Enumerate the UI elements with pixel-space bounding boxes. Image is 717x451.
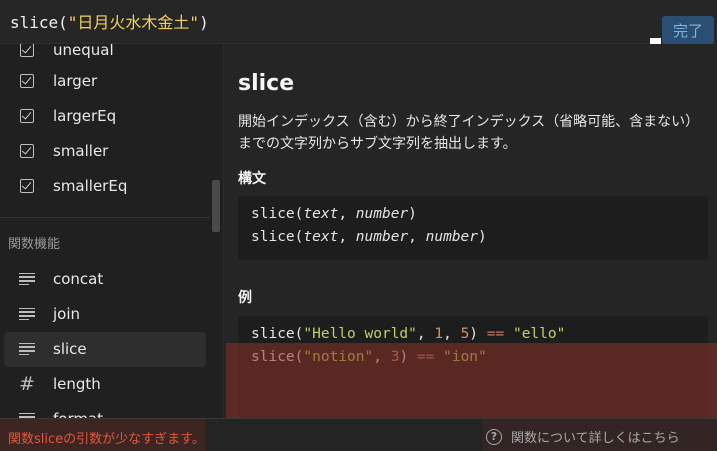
examples-code-block: slice("Hello world", 1, 5) == "ello" sli… xyxy=(238,316,708,418)
list-item-largerEq[interactable]: largerEq xyxy=(4,99,206,134)
hash-icon: # xyxy=(19,373,35,395)
formula-fn: slice( xyxy=(10,13,68,32)
examples-heading: 例 xyxy=(238,290,252,306)
list-item-label: concat xyxy=(53,270,104,288)
formula-arg: "日月火水木金土" xyxy=(67,13,200,32)
list-item-label: join xyxy=(53,305,81,323)
lines-icon xyxy=(18,305,36,323)
formula-input[interactable]: slice("日月火水木金土") xyxy=(10,9,209,33)
learn-more-link[interactable]: ? 関数について詳しくはこちら xyxy=(486,427,680,446)
list-item-format[interactable]: format xyxy=(4,402,206,418)
doc-panel: slice 開始インデックス（含む）から終了インデックス（省略可能、含まない）ま… xyxy=(224,44,717,418)
list-item-smallerEq[interactable]: smallerEq xyxy=(4,169,206,204)
checkbox-icon xyxy=(18,107,36,125)
example-line-2: slice("notion", 3) == "ion" xyxy=(251,349,487,365)
list-item-length[interactable]: # length xyxy=(4,367,206,402)
lines-icon xyxy=(18,410,36,418)
syntax-code-block: slice(text, number) slice(text, number, … xyxy=(238,196,708,260)
scrollbar[interactable] xyxy=(212,180,220,232)
checkbox-icon xyxy=(18,44,36,59)
syntax-heading: 構文 xyxy=(238,171,266,187)
list-item-join[interactable]: join xyxy=(4,297,206,332)
status-bar: 関数sliceの引数が少なすぎます。 ? 関数について詳しくはこちら xyxy=(0,418,717,451)
lines-icon xyxy=(18,270,36,288)
list-item-label: unequal xyxy=(53,44,114,59)
checkbox-icon xyxy=(18,72,36,90)
error-message: 関数sliceの引数が少なすぎます。 xyxy=(8,432,205,447)
list-item-label: larger xyxy=(53,72,98,90)
lines-icon xyxy=(18,340,36,358)
list-item-label: largerEq xyxy=(53,107,117,125)
learn-more-label: 関数について詳しくはこちら xyxy=(511,431,680,446)
function-list[interactable]: unequal larger largerEq smaller smallerE… xyxy=(0,44,224,418)
list-item-label: slice xyxy=(53,340,87,358)
doc-description: 開始インデックス（含む）から終了インデックス（省略可能、含まない）までの文字列か… xyxy=(238,114,693,152)
section-header: 関数機能 xyxy=(8,237,61,252)
list-item-label: smallerEq xyxy=(53,177,128,195)
checkbox-icon xyxy=(18,177,36,195)
syntax-line-1: slice(text, number) xyxy=(251,206,417,222)
list-item-label: format xyxy=(53,410,103,418)
section-divider xyxy=(0,217,210,218)
list-item-smaller[interactable]: smaller xyxy=(4,134,206,169)
list-item-label: smaller xyxy=(53,142,109,160)
syntax-line-2: slice(text, number, number) xyxy=(251,229,487,245)
help-icon: ? xyxy=(486,428,502,445)
done-button[interactable]: 完了 xyxy=(662,16,714,44)
formula-close: ) xyxy=(199,13,209,32)
example-line-1: slice("Hello world", 1, 5) == "ello" xyxy=(251,326,566,342)
list-item-slice[interactable]: slice xyxy=(4,332,206,367)
list-item-larger[interactable]: larger xyxy=(4,64,206,99)
list-item-label: length xyxy=(53,375,101,393)
list-item-concat[interactable]: concat xyxy=(4,262,206,297)
doc-title: slice xyxy=(238,71,295,96)
checkbox-icon xyxy=(18,142,36,160)
formula-bar[interactable]: slice("日月火水木金土") 完了 xyxy=(0,0,717,44)
